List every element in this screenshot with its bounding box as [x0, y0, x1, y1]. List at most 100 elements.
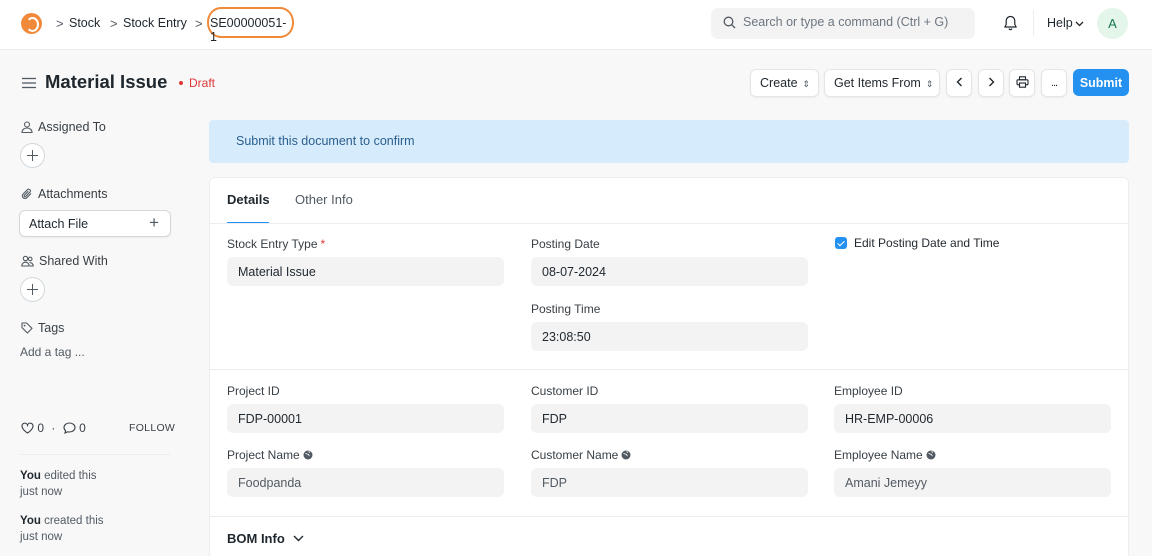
- assigned-to-section: Assigned To: [21, 120, 106, 134]
- shared-with-label: Shared With: [39, 254, 108, 268]
- user-icon: [21, 121, 33, 133]
- print-button[interactable]: [1009, 69, 1035, 97]
- activity-time: just now: [20, 531, 63, 543]
- breadcrumb-current[interactable]: SE00000051-1: [210, 16, 292, 44]
- tags-label: Tags: [38, 321, 65, 335]
- page-title: Material Issue: [45, 71, 168, 92]
- posting-time-label: Posting Time: [531, 302, 601, 316]
- form-card: Details Other Info Stock Entry Type * Mat…: [209, 177, 1129, 556]
- get-items-label: Get Items From: [834, 76, 921, 90]
- field-value: HR-EMP-00006: [845, 412, 934, 426]
- field-value: FDP: [542, 412, 567, 426]
- bom-info-label: BOM Info: [227, 531, 285, 546]
- project-id-label: Project ID: [227, 384, 280, 398]
- globe-icon: [303, 450, 313, 460]
- stock-entry-type-field[interactable]: Material Issue: [227, 257, 504, 286]
- app-logo-icon[interactable]: [21, 13, 42, 34]
- attachments-label: Attachments: [38, 187, 108, 201]
- posting-date-label: Posting Date: [531, 237, 600, 251]
- like-count: 0: [37, 421, 45, 435]
- select-arrows-icon: ⇕: [802, 79, 811, 89]
- section-divider: [210, 516, 1128, 517]
- select-arrows-icon: ⇕: [925, 79, 934, 89]
- submit-alert: Submit this document to confirm: [209, 120, 1129, 163]
- field-label: Stock Entry Type: [227, 237, 318, 251]
- bell-icon[interactable]: [1003, 15, 1018, 31]
- chevron-down-icon: [293, 535, 304, 542]
- search-bar[interactable]: [711, 8, 975, 39]
- tab-other-info[interactable]: Other Info: [295, 192, 353, 207]
- section-divider: [210, 369, 1128, 370]
- breadcrumb-separator: >: [56, 16, 64, 31]
- add-tag-link[interactable]: Add a tag ...: [20, 345, 85, 359]
- field-value: Material Issue: [238, 265, 316, 279]
- chevron-right-icon: [988, 77, 994, 87]
- breadcrumb-stock[interactable]: Stock: [69, 16, 100, 30]
- attach-file-label: Attach File: [29, 217, 89, 231]
- help-menu[interactable]: Help: [1047, 16, 1084, 30]
- edit-posting-label[interactable]: Edit Posting Date and Time: [854, 236, 999, 250]
- chevron-left-icon: [956, 77, 962, 87]
- field-value: Amani Jemeyy: [845, 476, 927, 490]
- bom-info-section-toggle[interactable]: BOM Info: [227, 531, 304, 546]
- activity-user[interactable]: You: [20, 515, 41, 527]
- project-id-field[interactable]: FDP-00001: [227, 404, 504, 433]
- activity-item: You edited this just now: [20, 468, 130, 500]
- sidebar-toggle-icon[interactable]: [22, 77, 36, 89]
- globe-icon: [621, 450, 631, 460]
- breadcrumb-separator: >: [195, 16, 203, 31]
- create-button[interactable]: Create ⇕: [750, 69, 819, 97]
- edit-posting-checkbox[interactable]: [835, 237, 847, 249]
- field-label: Project Name: [227, 448, 300, 462]
- field-value: 08-07-2024: [542, 265, 606, 279]
- employee-id-label: Employee ID: [834, 384, 903, 398]
- likes-comments: 0 · 0: [21, 421, 86, 435]
- alert-message: Submit this document to confirm: [236, 134, 415, 148]
- employee-id-field[interactable]: HR-EMP-00006: [834, 404, 1111, 433]
- get-items-from-button[interactable]: Get Items From ⇕: [824, 69, 940, 97]
- comment-icon[interactable]: [63, 422, 76, 434]
- field-label: Customer Name: [531, 448, 619, 462]
- more-actions-button[interactable]: ...: [1041, 69, 1067, 97]
- add-share-button[interactable]: [20, 277, 45, 302]
- customer-id-field[interactable]: FDP: [531, 404, 808, 433]
- field-value: FDP-00001: [238, 412, 302, 426]
- like-separator: ·: [51, 421, 56, 435]
- customer-name-field: FDP: [531, 468, 808, 497]
- project-name-field: Foodpanda: [227, 468, 504, 497]
- status-label: Draft: [189, 76, 216, 90]
- posting-time-field[interactable]: 23:08:50: [531, 322, 808, 351]
- add-assignee-button[interactable]: [20, 143, 45, 168]
- status-badge: Draft: [179, 76, 215, 90]
- sidebar-divider: [20, 454, 170, 455]
- create-label: Create: [760, 76, 798, 90]
- attach-file-button[interactable]: Attach File +: [19, 210, 171, 237]
- submit-button[interactable]: Submit: [1073, 69, 1129, 96]
- shared-with-section: Shared With: [21, 254, 108, 268]
- tabs-divider: [210, 223, 1128, 224]
- breadcrumb-separator: >: [110, 16, 118, 31]
- tab-details[interactable]: Details: [227, 192, 270, 207]
- customer-name-label: Customer Name: [531, 448, 631, 462]
- field-value: FDP: [542, 476, 567, 490]
- heart-icon[interactable]: [21, 422, 34, 434]
- breadcrumb-current-highlight: SE00000051-1: [207, 7, 294, 44]
- navbar: > Stock > Stock Entry > SE00000051-1 Hel…: [0, 0, 1152, 50]
- search-input[interactable]: [743, 15, 968, 29]
- next-button[interactable]: [978, 69, 1004, 97]
- help-label: Help: [1047, 16, 1073, 30]
- follow-button[interactable]: FOLLOW: [129, 422, 175, 434]
- activity-user[interactable]: You: [20, 470, 41, 482]
- users-icon: [21, 255, 34, 267]
- posting-date-field[interactable]: 08-07-2024: [531, 257, 808, 286]
- activity-action: edited this: [40, 470, 97, 482]
- tags-section: Tags: [21, 321, 64, 335]
- attachments-section: Attachments: [21, 187, 107, 201]
- employee-name-label: Employee Name: [834, 448, 936, 462]
- nav-divider: [1033, 10, 1034, 36]
- tag-icon: [21, 322, 33, 334]
- printer-icon: [1015, 75, 1029, 88]
- avatar[interactable]: A: [1097, 8, 1128, 39]
- breadcrumb-stock-entry[interactable]: Stock Entry: [123, 16, 187, 30]
- previous-button[interactable]: [946, 69, 972, 97]
